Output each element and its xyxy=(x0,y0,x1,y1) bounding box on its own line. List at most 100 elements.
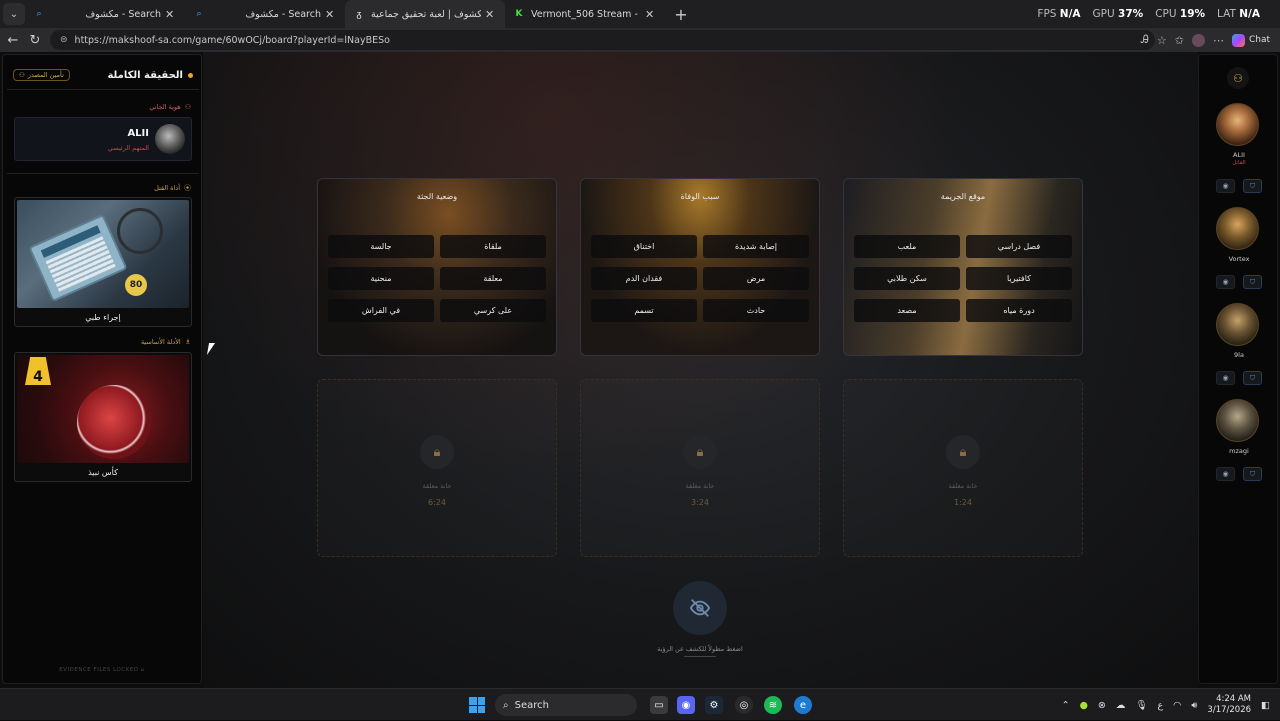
back-icon[interactable]: ← xyxy=(2,29,24,51)
option-button[interactable]: مصعد xyxy=(854,299,960,322)
browser-tab-2[interactable]: ⌕ مكشوف - Search ✕ xyxy=(185,0,345,28)
option-button[interactable]: اختناق xyxy=(591,235,697,258)
players-panel: ⚇ ALII القاتل ◉ ⛉ Vortex ◉ ⛉ 9la ◉ ⛉ mza… xyxy=(1198,54,1278,684)
app-tray-icon[interactable]: ● xyxy=(1080,700,1088,711)
close-icon[interactable]: ✕ xyxy=(325,8,337,21)
copilot-chat-button[interactable]: Chat xyxy=(1231,33,1270,47)
system-tray: ⌃ ● ⊗ ☁ 🎙︎ ع ◠ 🔊︎ 4:24 AM 3/17/2026 ◧ xyxy=(1062,689,1270,721)
player-avatar[interactable] xyxy=(1216,303,1259,346)
lat-label: LAT xyxy=(1217,8,1236,20)
url-field[interactable]: ⊜ https://makshoof-sa.com/game/60wOCj/bo… xyxy=(50,30,1155,50)
section-label-text: أداة القتل xyxy=(154,184,180,192)
taskbar-search[interactable]: ⌕ Search xyxy=(495,694,637,716)
option-button[interactable]: في الفراش xyxy=(328,299,434,322)
perf-overlay: FPS N/A GPU 37% CPU 19% LAT N/A xyxy=(1037,0,1260,28)
option-button[interactable]: حادث xyxy=(703,299,809,322)
windows-start-icon[interactable] xyxy=(469,697,485,713)
option-button[interactable]: فقدان الدم xyxy=(591,267,697,290)
close-icon[interactable]: ✕ xyxy=(165,8,177,21)
new-tab-button[interactable]: + xyxy=(669,2,693,26)
steam-icon[interactable]: ⚙ xyxy=(705,696,723,714)
eye-icon[interactable]: ◉ xyxy=(1216,371,1235,385)
option-button[interactable]: جالسة xyxy=(328,235,434,258)
eye-icon[interactable]: ◉ xyxy=(1216,275,1235,289)
eye-icon[interactable]: ◉ xyxy=(1216,467,1235,481)
option-button[interactable]: فصل دراسي xyxy=(966,235,1072,258)
notification-icon[interactable]: ◧ xyxy=(1261,700,1270,711)
close-icon[interactable]: ✕ xyxy=(645,8,657,21)
browser-tab-3[interactable]: ᵹ مكشوف | لعبة تحقيق جماعية ✕ xyxy=(345,0,505,28)
wifi-icon[interactable]: ◠ xyxy=(1173,700,1181,711)
option-button[interactable]: مرض xyxy=(703,267,809,290)
shield-icon[interactable]: ⛉ xyxy=(1243,371,1262,385)
murder-tool-card[interactable]: 80 إجراء طبي xyxy=(14,197,192,327)
option-button[interactable]: تسمم xyxy=(591,299,697,322)
player-avatar[interactable] xyxy=(1216,207,1259,250)
option-button[interactable]: دورة مياه xyxy=(966,299,1072,322)
browser-tab-4[interactable]: K Vermont_506 Stream - Kick Dashb ✕ xyxy=(505,0,665,28)
option-button[interactable]: إصابة شديدة xyxy=(703,235,809,258)
windows-taskbar: ⌕ Search ▭ ◉ ⚙ ◎ ≋ e ⌃ ● ⊗ ☁ 🎙︎ ع ◠ 🔊︎ 4… xyxy=(0,688,1280,720)
lock-icon: 🔒︎ xyxy=(946,435,980,469)
browser-tab-1[interactable]: ⌕ مكشوف - Search ✕ xyxy=(25,0,185,28)
section-label-text: الأدلة الأساسية xyxy=(140,338,181,346)
reveal-vision-button[interactable] xyxy=(673,581,727,635)
wine-glass-image: 4 xyxy=(17,355,189,463)
close-tray-icon[interactable]: ⊗ xyxy=(1098,700,1106,711)
discord-icon[interactable]: ◉ xyxy=(677,696,695,714)
tab-title: مكشوف | لعبة تحقيق جماعية xyxy=(371,8,481,20)
truth-panel: ⚇ تأمين المصدر الحقيقة الكاملة هوية الجا… xyxy=(2,54,202,684)
section-label-text: هوية الجاني xyxy=(149,103,181,111)
cloud-icon[interactable]: ☁ xyxy=(1116,700,1126,711)
suspect-card[interactable]: ALII المتهم الرئيسي xyxy=(14,117,192,161)
clock[interactable]: 4:24 AM 3/17/2026 xyxy=(1207,694,1251,716)
option-button[interactable]: سكن طلابي xyxy=(854,267,960,290)
player-avatar[interactable] xyxy=(1216,399,1259,442)
profile-icon[interactable] xyxy=(1191,33,1205,47)
favorites-bar-icon[interactable]: ✩ xyxy=(1175,34,1184,47)
shield-icon[interactable]: ⛉ xyxy=(1243,179,1262,193)
pin-icon: ⦿ xyxy=(184,184,191,192)
eye-icon[interactable]: ◉ xyxy=(1216,179,1235,193)
edge-icon[interactable]: e xyxy=(794,696,812,714)
option-button[interactable]: معلقة xyxy=(440,267,546,290)
site-info-icon[interactable]: ⊜ xyxy=(60,35,68,45)
clipboard-image xyxy=(28,213,128,303)
favorite-icon[interactable]: ☆ xyxy=(1157,34,1167,47)
unlock-timer: 3:24 xyxy=(691,498,709,507)
translate-icon[interactable]: Ꭿ xyxy=(1141,33,1149,47)
key-evidence-card[interactable]: 4 كأس نبيذ xyxy=(14,352,192,482)
option-button[interactable]: ملعب xyxy=(854,235,960,258)
shield-icon[interactable]: ⛉ xyxy=(1243,275,1262,289)
shield-icon[interactable]: ⛉ xyxy=(1243,467,1262,481)
url-text: https://makshoof-sa.com/game/60wOCj/boar… xyxy=(74,34,390,46)
flask-icon: ♗ xyxy=(184,338,191,346)
panel-title-text: الحقيقة الكاملة xyxy=(107,69,183,81)
obs-icon[interactable]: ◎ xyxy=(735,696,753,714)
gpu-value: 37% xyxy=(1118,8,1144,20)
option-button[interactable]: ملقاة xyxy=(440,235,546,258)
option-button[interactable]: منحنية xyxy=(328,267,434,290)
truth-panel-header: ⚇ تأمين المصدر الحقيقة الكاملة xyxy=(13,67,193,83)
option-button[interactable]: كافتيريا xyxy=(966,267,1072,290)
language-indicator[interactable]: ع xyxy=(1157,700,1163,711)
tab-list-button[interactable]: ⌄ xyxy=(3,3,25,25)
divider xyxy=(7,89,199,90)
player-actions: ◉ ⛉ xyxy=(1216,467,1262,481)
chevron-up-icon[interactable]: ⌃ xyxy=(1062,700,1070,711)
volume-icon[interactable]: 🔊︎ xyxy=(1191,700,1197,711)
user-icon[interactable]: ⚇ xyxy=(1227,67,1249,89)
more-icon[interactable]: ⋯ xyxy=(1213,34,1224,47)
board-title: وضعية الجثة xyxy=(416,192,458,201)
options-grid: جالسة ملقاة منحنية معلقة في الفراش على ك… xyxy=(328,235,546,322)
option-button[interactable]: على كرسي xyxy=(440,299,546,322)
close-icon[interactable]: ✕ xyxy=(485,8,497,21)
player-name: Vortex xyxy=(1228,255,1250,263)
task-view-icon[interactable]: ▭ xyxy=(650,696,668,714)
mic-icon[interactable]: 🎙︎ xyxy=(1135,700,1147,711)
secure-source-badge[interactable]: ⚇ تأمين المصدر xyxy=(13,69,70,81)
locked-label: خانة مغلقة xyxy=(422,482,452,490)
refresh-icon[interactable]: ↻ xyxy=(24,29,46,51)
player-avatar[interactable] xyxy=(1216,103,1259,146)
spotify-icon[interactable]: ≋ xyxy=(764,696,782,714)
